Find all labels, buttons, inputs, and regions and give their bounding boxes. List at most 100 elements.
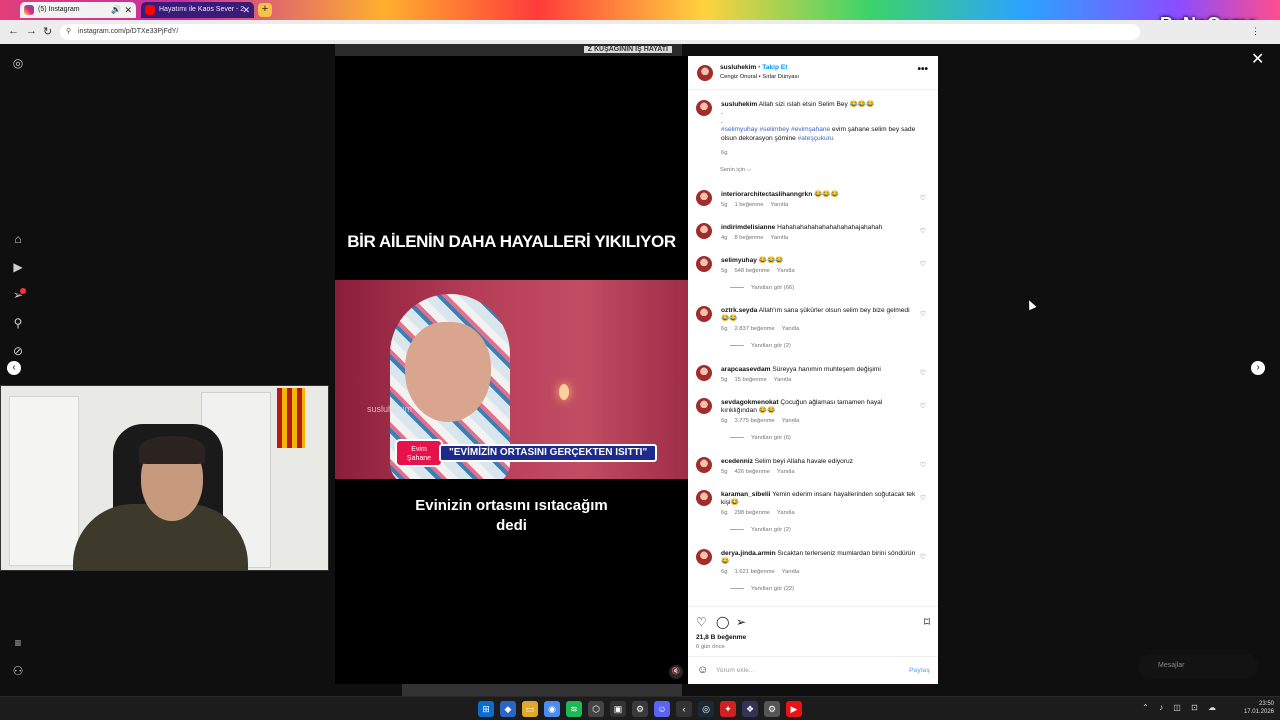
comment-username[interactable]: sevdagokmenokat (721, 399, 779, 406)
tab-youtube[interactable]: Hayatımı ile Kaos Sever - 2 Sa... ✕ (141, 2, 254, 29)
site-info-icon[interactable]: ⚲ (66, 24, 71, 40)
emoji-icon[interactable]: ☺ (697, 664, 708, 676)
spotify-icon[interactable]: ≋ (566, 701, 582, 717)
view-replies-link[interactable]: Yanıtları gör (2) (730, 527, 791, 533)
avatar[interactable] (696, 223, 712, 239)
avatar[interactable] (696, 398, 712, 414)
menu-icon[interactable]: ≡ (10, 636, 26, 650)
comment-username[interactable]: arapcaasevdam (721, 366, 771, 373)
comment-username[interactable]: karaman_sibelii (721, 491, 770, 498)
comment-reply[interactable]: Yanıtla (777, 268, 795, 274)
back-icon[interactable]: ← (8, 25, 19, 37)
sort-dropdown[interactable]: Senin için ⌵ (720, 167, 751, 174)
comment-username[interactable]: ecedenniz (721, 458, 753, 465)
comment-like-icon[interactable]: ♡ (920, 369, 926, 377)
comment-like-icon[interactable]: ♡ (920, 553, 926, 561)
steam-icon[interactable]: ◎ (698, 701, 714, 717)
likes-count[interactable]: 21,8 B beğenme (696, 634, 746, 641)
home-icon[interactable]: ⌂ (10, 232, 26, 246)
comment-likes[interactable]: 548 beğenme (734, 268, 769, 274)
comment-like-icon[interactable]: ♡ (920, 494, 926, 502)
comment-likes[interactable]: 1.621 beğenme (734, 569, 774, 575)
app-icon[interactable]: ⬡ (588, 701, 604, 717)
comment-reply[interactable]: Yanıtla (777, 510, 795, 516)
comment-likes[interactable]: 2.837 beğenme (734, 326, 774, 332)
reload-icon[interactable]: ↻ (43, 25, 52, 38)
close-modal-icon[interactable]: ✕ (1251, 49, 1264, 69)
comment-input[interactable]: Yorum ekle... (716, 667, 754, 674)
view-replies-link[interactable]: Yanıtları gör (66) (730, 285, 794, 291)
comment-likes[interactable]: 15 beğenme (734, 377, 766, 383)
avatar[interactable] (696, 365, 712, 381)
comment-like-icon[interactable]: ♡ (920, 194, 926, 202)
caption-hashtag[interactable]: #ateşçukuru (798, 135, 834, 142)
author-username[interactable]: susluhekim (720, 64, 756, 71)
mute-icon[interactable]: 🔇 (669, 665, 683, 679)
caption-hashtags[interactable]: #selimyuhay #selimbey #evimşahane (721, 126, 830, 133)
folder-icon[interactable]: ▭ (522, 701, 538, 717)
share-icon[interactable]: ➢ (736, 615, 746, 629)
new-tab-button[interactable]: + (258, 3, 272, 17)
view-replies-link[interactable]: Yanıtları gör (22) (730, 586, 794, 592)
comment-like-icon[interactable]: ♡ (920, 260, 926, 268)
comment-like-icon[interactable]: ♡ (920, 310, 926, 318)
comment-likes[interactable]: 426 beğenme (734, 469, 769, 475)
comment-like-icon[interactable]: ♡ (920, 461, 926, 469)
comment-username[interactable]: oztrk.seyda (721, 307, 757, 314)
view-replies-link[interactable]: Yanıtları gör (2) (730, 343, 791, 349)
app-icon[interactable]: ⚙ (632, 701, 648, 717)
comment-icon[interactable]: ◯ (716, 615, 729, 629)
app-icon[interactable]: ✦ (720, 701, 736, 717)
comment-reply[interactable]: Yanıtla (777, 469, 795, 475)
comment-username[interactable]: derya.jinda.armin (721, 550, 776, 557)
browser-menu-icon[interactable]: ⋮ (1251, 26, 1260, 37)
explore-icon[interactable]: ⊘ (10, 344, 26, 358)
comment-reply[interactable]: Yanıtla (770, 202, 788, 208)
comments-list[interactable]: susluhekim Allah sizi ıslah etsin Selim … (688, 90, 938, 606)
bookmark-icon[interactable]: ⌑ (924, 615, 930, 629)
comment-like-icon[interactable]: ♡ (920, 402, 926, 410)
follow-button[interactable]: Takip Et (762, 64, 787, 71)
messages-pill[interactable]: Mesajlar (1138, 654, 1258, 678)
comment-likes[interactable]: 1 beğenme (734, 202, 763, 208)
comment-username[interactable]: interiorarchitectaslihanngrkn (721, 191, 812, 198)
comment-username[interactable]: selimyuhay (721, 257, 757, 264)
comment-reply[interactable]: Yanıtla (782, 569, 800, 575)
app-icon[interactable]: ❖ (742, 701, 758, 717)
avatar[interactable] (696, 490, 712, 506)
comment-reply[interactable]: Yanıtla (782, 418, 800, 424)
comment-reply[interactable]: Yanıtla (774, 377, 792, 383)
terminal-icon[interactable]: ▣ (610, 701, 626, 717)
settings-icon[interactable]: ⚙ (764, 701, 780, 717)
comment-likes[interactable]: 3.775 beğenme (734, 418, 774, 424)
share-comment-button[interactable]: Paylaş (909, 667, 930, 674)
next-post-icon[interactable]: › (1251, 361, 1265, 375)
avatar[interactable] (696, 100, 712, 116)
comment-username[interactable]: indirimdelisianne (721, 224, 775, 231)
close-tab-icon[interactable]: ✕ (242, 2, 250, 18)
meta-icon[interactable]: ⚇ (10, 664, 26, 678)
discord-icon[interactable]: ☺ (654, 701, 670, 717)
url-field[interactable]: ⚲ instagram.com/p/DTXe33PjFdY/ (60, 24, 1140, 40)
previous-post-icon[interactable]: ‹ (7, 361, 21, 375)
comment-likes[interactable]: 8 beğenme (734, 235, 763, 241)
tab-instagram[interactable]: (5) Instagram 🔊 ✕ (20, 2, 136, 18)
caption-username[interactable]: susluhekim (721, 101, 757, 108)
comment-likes[interactable]: 298 beğenme (734, 510, 769, 516)
forward-icon[interactable]: → (26, 25, 37, 37)
close-tab-icon[interactable]: ✕ (124, 2, 132, 18)
system-tray[interactable]: ⌃ ♪ ◫ ⊡ ☁ (1142, 703, 1220, 712)
instagram-logo-icon[interactable]: ◎ (10, 56, 26, 70)
view-replies-link[interactable]: Yanıtları gör (6) (730, 435, 791, 441)
more-options-icon[interactable]: ••• (917, 64, 928, 75)
avatar[interactable] (697, 65, 713, 81)
avatar[interactable] (696, 190, 712, 206)
app-icon[interactable]: ‹ (676, 701, 692, 717)
store-icon[interactable]: ◆ (500, 701, 516, 717)
comment-reply[interactable]: Yanıtla (770, 235, 788, 241)
search-icon[interactable]: ⚲ (10, 316, 26, 330)
avatar[interactable] (696, 306, 712, 322)
clock[interactable]: 23:50 17.01.2026 (1244, 700, 1274, 716)
record-icon[interactable]: ▶ (786, 701, 802, 717)
audio-label[interactable]: Cengiz Onural • Sırlar Dünyası (720, 74, 799, 80)
